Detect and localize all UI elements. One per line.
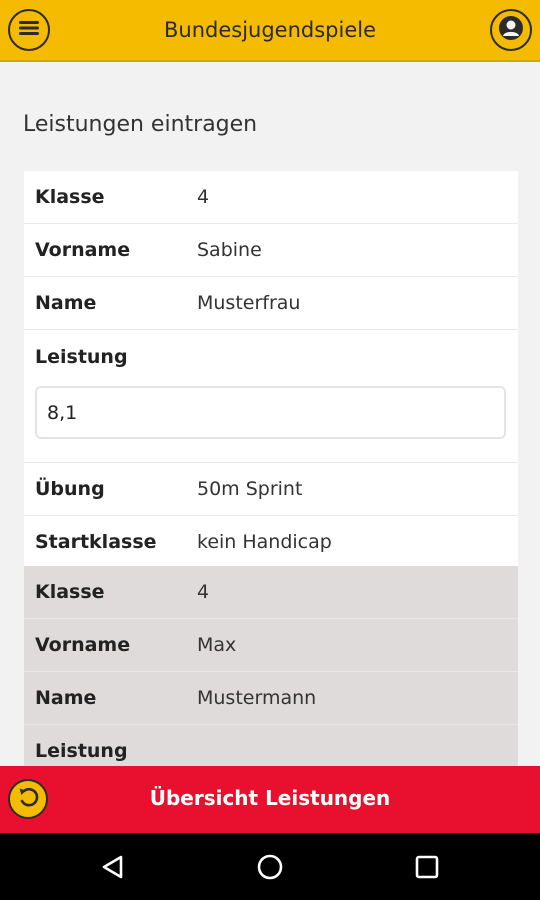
page-title: Leistungen eintragen <box>23 112 258 137</box>
uebung-value: 50m Sprint <box>197 478 303 500</box>
row-klasse: Klasse 4 <box>24 171 518 224</box>
user-icon <box>498 15 524 45</box>
entry-card-max[interactable]: Klasse 4 Vorname Max Name Mustermann Lei… <box>24 566 518 766</box>
row-name: Name Musterfrau <box>24 277 518 330</box>
name-label: Name <box>35 292 97 314</box>
row-klasse: Klasse 4 <box>24 566 518 619</box>
content-area[interactable]: Leistungen eintragen Klasse 4 Vorname Sa… <box>0 62 540 766</box>
app-title: Bundesjugendspiele <box>163 18 377 42</box>
klasse-value: 4 <box>197 581 210 603</box>
vorname-label: Vorname <box>35 634 131 656</box>
row-vorname: Vorname Sabine <box>24 224 518 277</box>
row-name: Name Mustermann <box>24 672 518 725</box>
circle-home-icon[interactable] <box>256 853 284 881</box>
overview-label: Übersicht Leistungen <box>149 786 391 810</box>
square-recents-icon[interactable] <box>413 853 441 881</box>
leistung-input-value: 8,1 <box>47 401 78 424</box>
triangle-back-icon[interactable] <box>99 853 127 881</box>
klasse-value: 4 <box>197 186 210 208</box>
system-nav-bar <box>0 833 540 900</box>
leistung-input-row: 8,1 <box>24 383 518 463</box>
uebung-label: Übung <box>35 478 105 500</box>
row-vorname: Vorname Max <box>24 619 518 672</box>
app-bar: Bundesjugendspiele <box>0 0 540 62</box>
row-startklasse: Startklasse kein Handicap <box>24 516 518 569</box>
entry-card-sabine: Klasse 4 Vorname Sabine Name Musterfrau … <box>24 171 518 569</box>
klasse-label: Klasse <box>35 186 105 208</box>
row-uebung: Übung 50m Sprint <box>24 463 518 516</box>
vorname-label: Vorname <box>35 239 131 261</box>
name-value: Musterfrau <box>197 292 301 314</box>
name-value: Mustermann <box>197 687 317 709</box>
vorname-value: Max <box>197 634 237 656</box>
row-leistung: Leistung <box>24 330 518 383</box>
name-label: Name <box>35 687 97 709</box>
user-button[interactable] <box>490 9 532 51</box>
leistung-label: Leistung <box>35 345 128 368</box>
vorname-value: Sabine <box>197 239 262 261</box>
klasse-label: Klasse <box>35 581 105 603</box>
row-leistung: Leistung <box>24 725 518 766</box>
overview-bar[interactable]: Übersicht Leistungen <box>0 766 540 833</box>
startklasse-value: kein Handicap <box>197 531 332 553</box>
leistung-label: Leistung <box>35 740 128 762</box>
startklasse-label: Startklasse <box>35 531 157 553</box>
leistung-input[interactable]: 8,1 <box>35 386 506 439</box>
